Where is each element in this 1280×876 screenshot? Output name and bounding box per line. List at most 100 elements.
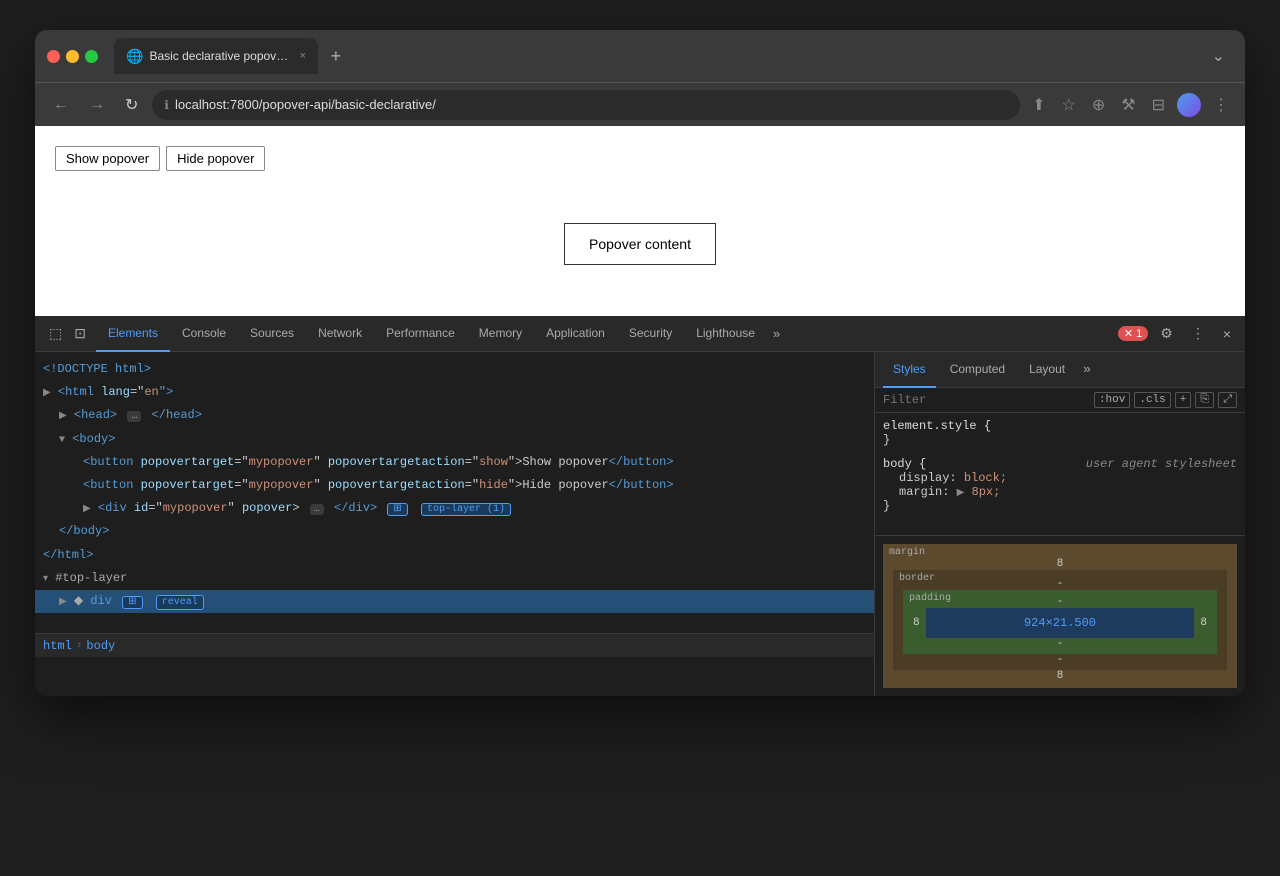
tab-computed[interactable]: Computed <box>940 352 1015 388</box>
tab-performance[interactable]: Performance <box>374 316 467 352</box>
tab-performance-label: Performance <box>386 326 455 340</box>
breadcrumb-html[interactable]: html <box>43 639 72 653</box>
tab-bar: 🌐 Basic declarative popover ex... × + <box>114 38 1196 74</box>
expand-div-selected[interactable]: ▶ <box>59 597 67 608</box>
avatar[interactable] <box>1177 93 1201 117</box>
element-style-close: } <box>883 433 1237 447</box>
box-model: margin 8 border - padding - 8 <box>875 535 1245 696</box>
tab-memory-label: Memory <box>479 326 522 340</box>
active-tab[interactable]: 🌐 Basic declarative popover ex... × <box>114 38 318 74</box>
div-top-layer-icon: ⊞ <box>387 503 407 516</box>
tab-lighthouse-label: Lighthouse <box>696 326 755 340</box>
reload-button[interactable]: ↻ <box>119 91 144 119</box>
expand-html[interactable]: ▶ <box>43 388 51 399</box>
back-button[interactable]: ← <box>47 92 75 118</box>
tab-application[interactable]: Application <box>534 316 617 352</box>
settings-button[interactable]: ⚙ <box>1154 321 1179 346</box>
body-prop-margin: margin: ▶ 8px; <box>883 485 1237 499</box>
title-bar: 🌐 Basic declarative popover ex... × + ⌄ <box>35 30 1245 82</box>
box-margin-outer: margin 8 border - padding - 8 <box>883 544 1237 688</box>
more-options-button[interactable]: ⋮ <box>1185 321 1211 346</box>
hide-popover-button[interactable]: Hide popover <box>166 146 265 171</box>
tab-styles-label: Styles <box>893 362 926 376</box>
tab-more-button[interactable]: ⌄ <box>1204 42 1233 70</box>
styles-tabs: Styles Computed Layout » <box>875 352 1245 388</box>
prop-margin-value: 8px; <box>964 485 1000 499</box>
tab-styles[interactable]: Styles <box>883 352 936 388</box>
tab-sources[interactable]: Sources <box>238 316 306 352</box>
tabs-more-button[interactable]: » <box>767 316 786 352</box>
element-style-selector: element.style { <box>883 419 1237 433</box>
tab-lighthouse[interactable]: Lighthouse <box>684 316 767 352</box>
tab-console-label: Console <box>182 326 226 340</box>
element-style-selector-text: element.style { <box>883 419 991 433</box>
styles-filter-input[interactable] <box>883 393 1088 407</box>
tab-elements[interactable]: Elements <box>96 316 170 352</box>
forward-button[interactable]: → <box>83 92 111 118</box>
expand-body[interactable]: ▼ <box>59 435 65 446</box>
html-tag-open: <html <box>58 385 101 399</box>
sidecar-button[interactable]: ⊟ <box>1148 93 1169 117</box>
dom-line-body-open: ▼ <body> <box>35 428 874 451</box>
devtools-close-button[interactable]: × <box>1217 322 1237 346</box>
tab-network[interactable]: Network <box>306 316 374 352</box>
close-light[interactable] <box>47 50 60 63</box>
inspect-element-icon[interactable]: ⬚ <box>43 321 68 346</box>
box-content-size: 924×21.500 <box>1024 616 1096 630</box>
box-border-label: border <box>899 573 935 584</box>
address-bar[interactable]: ℹ localhost:7800/popover-api/basic-decla… <box>152 90 1020 120</box>
bookmark-button[interactable]: ☆ <box>1058 93 1080 117</box>
styles-filter-bar: :hov .cls + ⎘ ⤢ <box>875 388 1245 413</box>
tab-console[interactable]: Console <box>170 316 238 352</box>
tab-close-button[interactable]: × <box>299 50 305 62</box>
devtools: ⬚ ⊡ Elements Console Sources Network Per… <box>35 316 1245 696</box>
breadcrumb-body[interactable]: body <box>86 639 115 653</box>
tab-memory[interactable]: Memory <box>467 316 534 352</box>
browser-window: 🌐 Basic declarative popover ex... × + ⌄ … <box>35 30 1245 696</box>
dom-line-div-selected[interactable]: ▶ ◆ div ⊞ reveal <box>35 590 874 613</box>
fullscreen-light[interactable] <box>85 50 98 63</box>
head-close: </head> <box>152 408 202 422</box>
tab-layout[interactable]: Layout <box>1019 352 1075 388</box>
styles-content: element.style { } body { user agent styl… <box>875 413 1245 535</box>
box-margin-top: 8 <box>893 558 1227 570</box>
dom-line-top-layer: ▾ #top-layer <box>35 567 874 590</box>
dom-line-btn2: <button popovertarget="mypopover" popove… <box>35 474 874 497</box>
cls-button[interactable]: .cls <box>1134 392 1170 408</box>
tab-security[interactable]: Security <box>617 316 684 352</box>
breadcrumb-bar: html › body <box>35 633 874 657</box>
hov-button[interactable]: :hov <box>1094 392 1130 408</box>
expand-head[interactable]: ▶ <box>59 411 67 422</box>
prop-display-name: display: <box>899 471 964 485</box>
devtools-right-actions: ✕ 1 ⚙ ⋮ × <box>1118 321 1237 346</box>
device-toolbar-icon[interactable]: ⊡ <box>68 321 92 346</box>
box-padding-outer: padding - 8 924×21.500 8 - <box>903 590 1217 654</box>
extensions-button[interactable]: ⊕ <box>1088 93 1109 117</box>
error-badge[interactable]: ✕ 1 <box>1118 326 1148 341</box>
share-button[interactable]: ⬆ <box>1028 93 1049 117</box>
styles-tab-more[interactable]: » <box>1079 362 1095 377</box>
top-layer-label: #top-layer <box>55 571 127 585</box>
reveal-badge[interactable]: reveal <box>156 595 204 610</box>
show-popover-button[interactable]: Show popover <box>55 146 160 171</box>
minimize-light[interactable] <box>66 50 79 63</box>
expand-top-layer[interactable]: ▾ <box>43 574 48 585</box>
copy-style-button[interactable]: ⎘ <box>1195 392 1214 408</box>
tab-layout-label: Layout <box>1029 362 1065 376</box>
breadcrumb-sep: › <box>76 640 83 652</box>
add-style-button[interactable]: + <box>1175 392 1192 408</box>
prop-margin-name: margin: <box>899 485 957 499</box>
body-rule-close: } <box>883 499 1237 513</box>
devtools-button[interactable]: ⚒ <box>1117 93 1139 117</box>
url-text: localhost:7800/popover-api/basic-declara… <box>175 97 436 112</box>
div-top-layer-badge: top-layer (1) <box>421 503 511 516</box>
reveal-icon: ◆ <box>74 594 83 608</box>
new-tab-button[interactable]: + <box>322 42 350 70</box>
expand-div[interactable]: ▶ <box>83 504 91 515</box>
menu-button[interactable]: ⋮ <box>1209 93 1233 117</box>
expand-style-button[interactable]: ⤢ <box>1218 392 1237 408</box>
dom-line-head: ▶ <head> … </head> <box>35 404 874 427</box>
tab-elements-label: Elements <box>108 326 158 340</box>
head-tag: <head> <box>74 408 117 422</box>
devtools-body: <!DOCTYPE html> ▶ <html lang="en"> ▶ <he… <box>35 352 1245 696</box>
